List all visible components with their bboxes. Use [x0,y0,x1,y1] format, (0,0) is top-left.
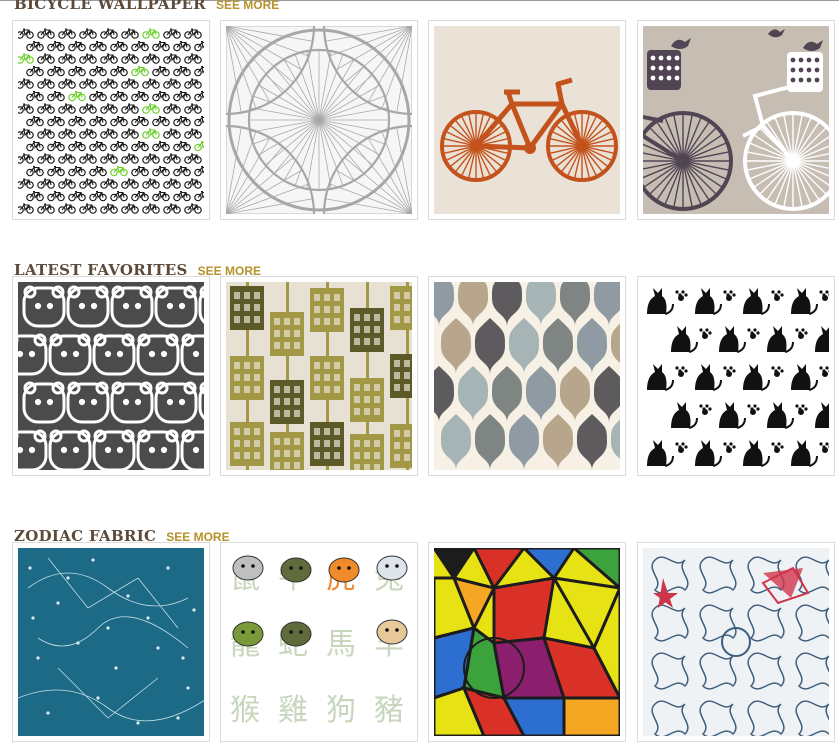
orange-bicycle-vintage-thumbnail [434,26,620,214]
design-tile[interactable] [637,542,835,742]
grey-bicycle-wheels-thumbnail [226,26,412,214]
design-tile[interactable] [12,20,210,220]
bicycles-with-birds-thumbnail [643,26,829,214]
olive-buildings-thumbnail [226,282,412,470]
green-bicycles-repeat-thumbnail [18,26,204,214]
design-tile[interactable] [428,542,626,742]
design-tile[interactable] [12,276,210,476]
chinese-zodiac-animals-thumbnail: 鼠牛虎兔龍蛇馬羊猴雞狗豬 [226,548,412,736]
ogee-moroccan-tiles-thumbnail [434,282,620,470]
see-more-link[interactable]: SEE MORE [216,0,279,12]
design-tile[interactable] [428,276,626,476]
svg-text:馬: 馬 [326,627,356,662]
design-tile[interactable] [12,542,210,742]
design-tile[interactable] [220,20,418,220]
bicycle-wallpaper-header: BICYCLE WALLPAPER SEE MORE [14,0,279,14]
svg-text:雞: 雞 [278,693,308,728]
design-tile[interactable] [428,20,626,220]
black-cat-damask-thumbnail [643,282,829,470]
design-tile[interactable] [637,276,835,476]
design-tile[interactable]: 鼠牛虎兔龍蛇馬羊猴雞狗豬 [220,542,418,742]
section-title: BICYCLE WALLPAPER [14,0,206,13]
teal-constellations-thumbnail [18,548,204,736]
blue-red-damask-thumbnail [643,548,829,736]
design-tile[interactable] [637,20,835,220]
svg-text:豬: 豬 [374,693,404,728]
stained-glass-gems-thumbnail [434,548,620,736]
design-tile[interactable] [220,276,418,476]
white-bear-faces-thumbnail [18,282,204,470]
svg-text:狗: 狗 [326,693,356,728]
svg-text:猴: 猴 [230,693,260,728]
